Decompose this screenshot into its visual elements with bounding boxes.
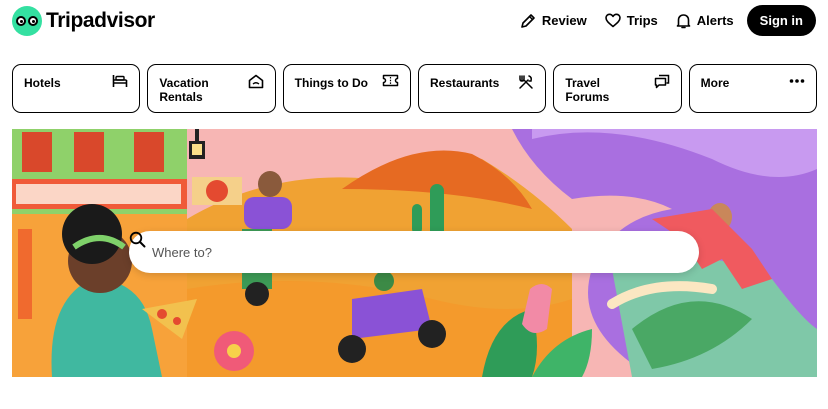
category-bar: Hotels Vacation Rentals Things to Do Res… <box>12 64 817 113</box>
search-input[interactable] <box>152 244 622 260</box>
hero-illustration <box>12 129 817 377</box>
house-icon <box>248 74 264 94</box>
owl-logo-icon <box>12 6 42 36</box>
category-label: Restaurants <box>429 76 500 90</box>
alerts-link[interactable]: Alerts <box>667 6 743 36</box>
logo-text: Tripadvisor <box>46 9 155 32</box>
chat-icon <box>654 74 670 94</box>
category-label: Things to Do <box>294 76 368 90</box>
site-header: Tripadvisor Review Trips Alerts Sign in <box>0 0 828 42</box>
category-label: Vacation Rentals <box>159 76 209 104</box>
search-bar[interactable] <box>129 231 699 273</box>
bell-icon <box>676 13 691 29</box>
trips-link[interactable]: Trips <box>596 6 667 36</box>
tripadvisor-logo[interactable]: Tripadvisor <box>12 6 155 36</box>
category-more[interactable]: More <box>688 64 817 113</box>
category-vacation-rentals[interactable]: Vacation Rentals <box>147 64 276 113</box>
review-label: Review <box>541 13 587 28</box>
sign-in-button[interactable]: Sign in <box>746 5 816 36</box>
alerts-label: Alerts <box>696 13 734 28</box>
utensils-icon <box>518 74 534 95</box>
category-label: Hotels <box>24 76 61 90</box>
pencil-icon <box>520 13 536 29</box>
bed-icon <box>112 74 128 93</box>
ticket-icon <box>382 74 399 92</box>
category-travel-forums[interactable]: Travel Forums <box>553 64 682 113</box>
category-restaurants[interactable]: Restaurants <box>417 64 547 113</box>
category-hotels[interactable]: Hotels <box>12 64 141 113</box>
category-label: More <box>700 76 730 90</box>
category-things-to-do[interactable]: Things to Do <box>282 64 411 113</box>
trips-label: Trips <box>626 13 658 28</box>
review-link[interactable]: Review <box>511 6 596 36</box>
more-dots-icon <box>789 74 805 93</box>
category-label: Travel Forums <box>565 76 610 104</box>
heart-icon <box>604 13 621 28</box>
header-nav: Review Trips Alerts Sign in <box>511 5 816 36</box>
